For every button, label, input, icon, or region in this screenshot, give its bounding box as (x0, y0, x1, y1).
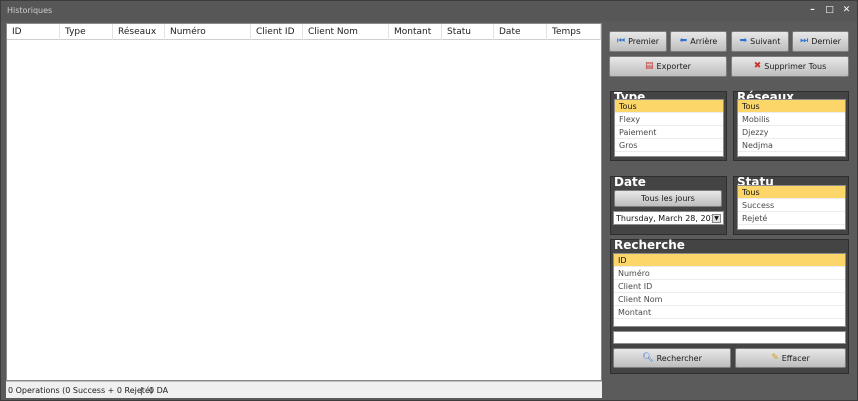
type-list[interactable]: Tous Flexy Paiement Gros (614, 99, 724, 157)
search-input[interactable] (613, 331, 846, 344)
column-header-numero[interactable]: Numéro (165, 24, 251, 40)
history-grid[interactable]: ID Type Réseaux Numéro Client ID Client … (6, 23, 602, 381)
recherche-item-numero[interactable]: Numéro (614, 267, 845, 280)
recherche-item-id[interactable]: ID (614, 254, 845, 267)
date-picker[interactable]: Thursday, March 28, 2013 ▼ (613, 211, 724, 225)
column-header-client-nom[interactable]: Client Nom (303, 24, 389, 40)
column-header-type[interactable]: Type (60, 24, 113, 40)
reseaux-list[interactable]: Tous Mobilis Djezzy Nedjma (737, 99, 846, 157)
operations-count: 0 Operations (0 Success + 0 Rejeté) (8, 386, 153, 395)
window-controls: – □ ✕ (806, 4, 853, 17)
column-header-temps[interactable]: Temps (547, 24, 601, 40)
delete-icon: ✖ (753, 61, 762, 71)
premier-label: Premier (628, 37, 660, 46)
type-item-paiement[interactable]: Paiement (615, 126, 723, 139)
column-header-reseaux[interactable]: Réseaux (113, 24, 165, 40)
dernier-label: Dernier (811, 37, 841, 46)
recherche-item-client-nom[interactable]: Client Nom (614, 293, 845, 306)
statu-group: Statu Tous Success Rejeté (733, 175, 849, 235)
column-header-montant[interactable]: Montant (389, 24, 442, 40)
statu-item-tous[interactable]: Tous (738, 186, 845, 199)
date-value: Thursday, March 28, 2013 (616, 214, 721, 223)
arriere-label: Arrière (690, 37, 718, 46)
reseaux-item-djezzy[interactable]: Djezzy (738, 126, 845, 139)
total-amount: 0 DA (149, 386, 169, 395)
window-title: Historiques (7, 6, 53, 15)
effacer-button[interactable]: ✎ Effacer (735, 348, 846, 368)
dernier-button[interactable]: ⏭ Dernier (792, 31, 849, 52)
supprimer-label: Supprimer Tous (764, 62, 827, 71)
exporter-label: Exporter (656, 62, 691, 71)
status-bar: 0 Operations (0 Success + 0 Rejeté) | 0 … (6, 381, 602, 398)
suivant-label: Suivant (750, 37, 781, 46)
column-header-id[interactable]: ID (7, 24, 60, 40)
maximize-icon[interactable]: □ (823, 4, 836, 17)
reseaux-item-tous[interactable]: Tous (738, 100, 845, 113)
minimize-icon[interactable]: – (806, 4, 819, 17)
premier-button[interactable]: ⏮ Premier (609, 31, 667, 52)
statu-list[interactable]: Tous Success Rejeté (737, 185, 846, 230)
statu-item-success[interactable]: Success (738, 199, 845, 212)
recherche-title: Recherche (614, 238, 685, 252)
back-arrow-icon: ⬅ (679, 36, 688, 46)
title-bar: Historiques – □ ✕ (1, 1, 857, 21)
rechercher-button[interactable]: 🔍︎ Rechercher (613, 348, 731, 368)
close-icon[interactable]: ✕ (840, 4, 853, 17)
tous-les-jours-button[interactable]: Tous les jours (614, 190, 722, 207)
type-item-flexy[interactable]: Flexy (615, 113, 723, 126)
column-header-client-id[interactable]: Client ID (251, 24, 303, 40)
recherche-group: Recherche ID Numéro Client ID Client Nom… (610, 238, 849, 374)
status-separator: | (140, 386, 143, 395)
recherche-field-list[interactable]: ID Numéro Client ID Client Nom Montant (613, 253, 846, 327)
tous-les-jours-label: Tous les jours (641, 194, 695, 203)
type-item-gros[interactable]: Gros (615, 139, 723, 152)
grid-header: ID Type Réseaux Numéro Client ID Client … (7, 24, 601, 40)
search-icon: 🔍︎ (642, 352, 654, 363)
first-page-icon: ⏮ (616, 36, 626, 46)
eraser-icon: ✎ (771, 352, 779, 363)
history-window: Historiques – □ ✕ ID Type Réseaux Numéro… (0, 0, 858, 401)
reseaux-item-nedjma[interactable]: Nedjma (738, 139, 845, 152)
recherche-item-client-id[interactable]: Client ID (614, 280, 845, 293)
column-header-date[interactable]: Date (494, 24, 547, 40)
date-title: Date (614, 175, 646, 189)
suivant-button[interactable]: ➡ Suivant (731, 31, 789, 52)
last-page-icon: ⏭ (800, 36, 809, 46)
date-group: Date Tous les jours Thursday, March 28, … (610, 175, 727, 235)
reseaux-group: Réseaux Tous Mobilis Djezzy Nedjma (733, 90, 849, 161)
forward-arrow-icon: ➡ (739, 36, 748, 46)
arriere-button[interactable]: ⬅ Arrière (670, 31, 727, 52)
statu-item-rejete[interactable]: Rejeté (738, 212, 845, 225)
supprimer-tous-button[interactable]: ✖ Supprimer Tous (731, 56, 849, 77)
rechercher-label: Rechercher (656, 353, 702, 363)
dropdown-arrow-icon[interactable]: ▼ (712, 214, 721, 223)
exporter-button[interactable]: ▤ Exporter (609, 56, 727, 77)
type-group: Type Tous Flexy Paiement Gros (610, 90, 727, 161)
reseaux-item-mobilis[interactable]: Mobilis (738, 113, 845, 126)
export-icon: ▤ (645, 61, 654, 71)
column-header-statu[interactable]: Statu (442, 24, 494, 40)
effacer-label: Effacer (781, 353, 810, 363)
type-item-tous[interactable]: Tous (615, 100, 723, 113)
recherche-item-montant[interactable]: Montant (614, 306, 845, 319)
